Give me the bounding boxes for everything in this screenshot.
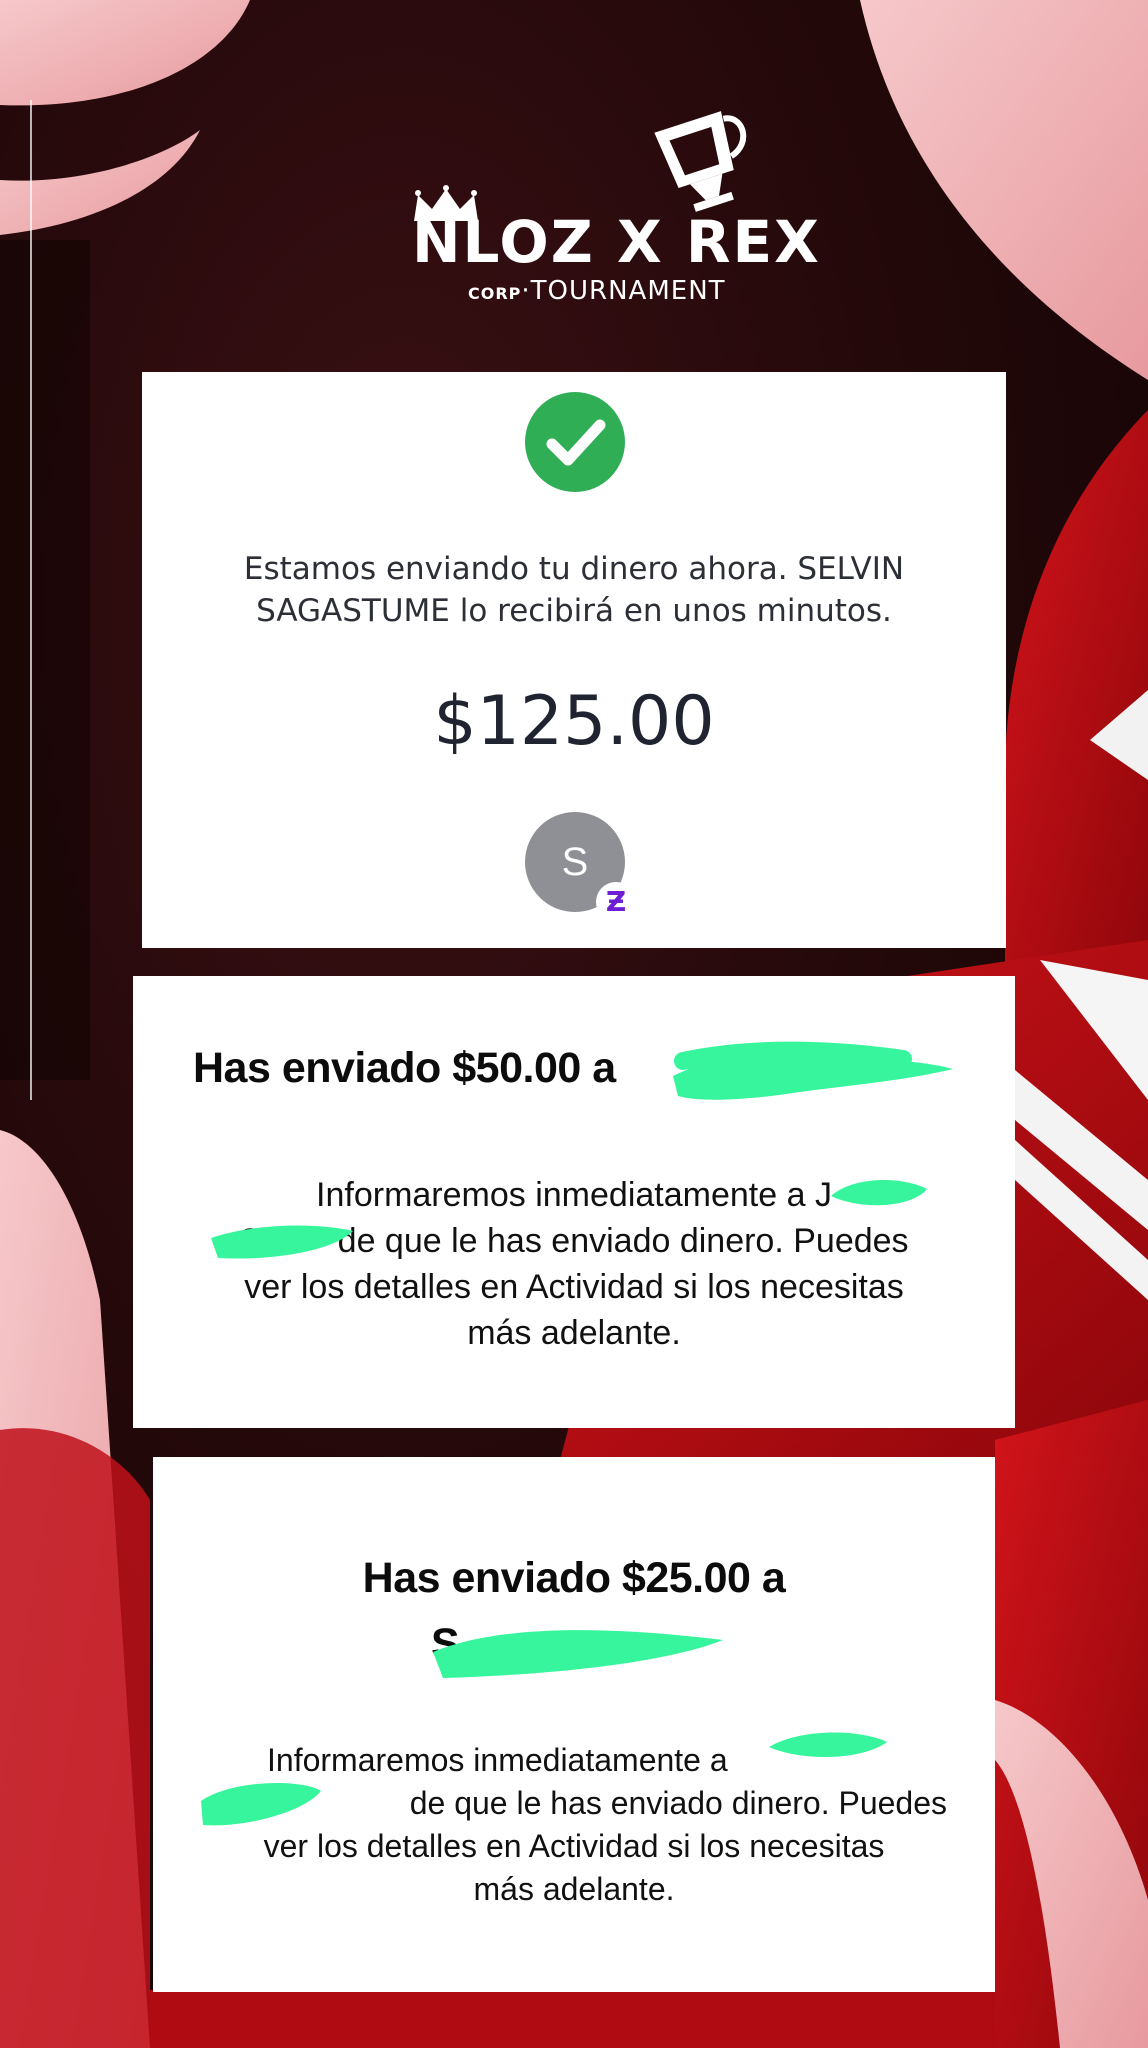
notification-message: Informaremos inmediatamente a J S de que…: [173, 1172, 975, 1356]
logo-wordmark: NLOZ X REX: [412, 208, 821, 276]
sent-title-line-2: S: [431, 1620, 460, 1668]
message-line-1: Informaremos inmediatamente a J: [316, 1176, 832, 1214]
sent-title: Has enviado $25.00 a S: [153, 1545, 995, 1677]
payment-confirmation-card-1: Estamos enviando tu dinero ahora. SELVIN…: [142, 372, 1006, 948]
zelle-badge-icon: Ƶ: [596, 882, 636, 922]
message-line-2: S de que le has enviado dinero. Puedes: [239, 1222, 909, 1260]
payment-confirmation-card-3: Has enviado $25.00 a S Informaremos inme…: [153, 1457, 995, 1992]
trophy-cup-icon: [654, 111, 747, 212]
payment-confirmation-card-2: Has enviado $50.00 a Informaremos inmedi…: [133, 976, 1015, 1428]
sending-message: Estamos enviando tu dinero ahora. SELVIN…: [243, 551, 905, 629]
tournament-logo: NLOZ X REX CORP·TOURNAMENT: [400, 100, 819, 310]
sent-title: Has enviado $50.00 a: [193, 1044, 616, 1092]
check-circle-icon: [525, 392, 625, 492]
logo-corp: CORP: [468, 284, 522, 303]
message-line-2: de que le has enviado dinero. Puedes: [409, 1785, 947, 1821]
notification-message: Informaremos inmediatamente a de que le …: [183, 1739, 965, 1911]
message-line-3: ver los detalles en Actividad si los nec…: [263, 1828, 885, 1864]
message-line-4: más adelante.: [467, 1314, 681, 1352]
message-line-3: ver los detalles en Actividad si los nec…: [244, 1268, 904, 1306]
message-line-1: Informaremos inmediatamente a: [267, 1742, 728, 1778]
message-line-4: más adelante.: [473, 1871, 675, 1907]
sent-title-line-1: Has enviado $25.00 a: [362, 1554, 786, 1602]
logo-tournament: ·TOURNAMENT: [521, 276, 726, 306]
logo-subtitle: CORP·TOURNAMENT: [468, 276, 726, 306]
decorative-vertical-line: [30, 100, 32, 1100]
amount-label: $125.00: [433, 682, 715, 761]
